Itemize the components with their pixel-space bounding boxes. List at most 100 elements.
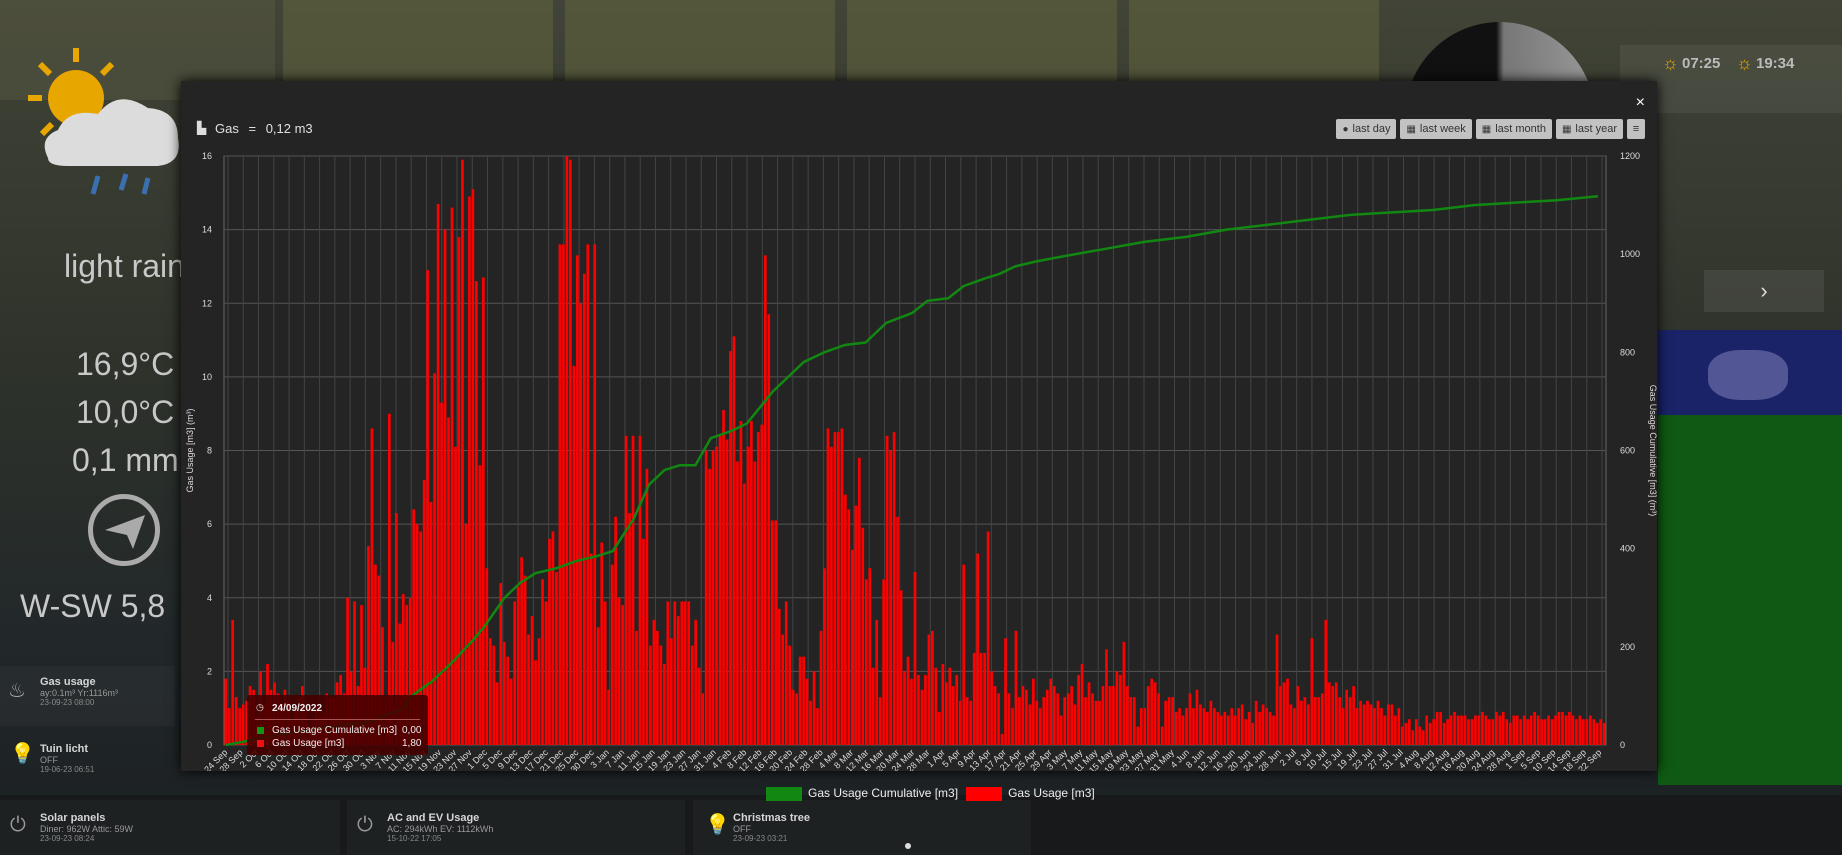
gas-usage-bar	[1320, 693, 1324, 745]
gas-usage-bar	[1401, 726, 1404, 745]
device-christmas-tree[interactable]: 💡 Christmas tree OFF 23-09-23 03:21	[693, 800, 1031, 855]
gas-usage-bar	[495, 682, 499, 745]
gas-usage-bar	[1293, 708, 1296, 745]
gas-usage-bar	[990, 671, 993, 745]
gas-usage-bar	[1474, 715, 1477, 745]
gas-usage-bar	[1014, 630, 1018, 745]
gas-usage-bar	[1428, 722, 1432, 745]
gas-usage-bar	[1352, 686, 1355, 745]
gas-usage-bar	[1275, 634, 1279, 745]
gas-usage-bar	[558, 244, 562, 745]
gas-usage-bar	[1251, 722, 1255, 745]
gas-usage-bar	[231, 619, 235, 745]
gas-usage-bar	[461, 159, 464, 745]
device-gas-usage[interactable]: ♨ Gas usage ay:0.1m³ Yr:1116m³ 23-09-23 …	[0, 666, 175, 726]
rain-radar-map[interactable]	[1658, 330, 1842, 785]
device-ac-ev-usage[interactable]: ⏻ AC and EV Usage AC: 294kWh EV: 1112kWh…	[347, 800, 685, 855]
gas-usage-chart[interactable]: 024681012141602004006008001000120024 Sep…	[181, 81, 1657, 771]
sunset-icon: ☼	[1736, 53, 1753, 73]
gas-usage-bar	[917, 675, 920, 745]
device-time: 15-10-22 17:05	[387, 834, 442, 843]
gas-usage-bar	[962, 564, 966, 745]
temperature-high: 16,9°C	[76, 346, 175, 382]
gas-usage-bar	[1557, 711, 1561, 745]
page-indicator-dot[interactable]	[905, 843, 911, 849]
device-time: 23-09-23 08:00	[40, 698, 95, 707]
gas-usage-bar	[1230, 708, 1234, 745]
tooltip-value-cumulative: 0,00	[402, 725, 422, 736]
gas-usage-bar	[1202, 708, 1206, 745]
tooltip-label-usage: Gas Usage [m3]	[272, 738, 345, 749]
gas-usage-bar	[502, 641, 506, 745]
tooltip-swatch-cumulative	[257, 727, 264, 734]
gas-usage-bar	[1547, 715, 1550, 745]
gas-usage-bar	[1244, 719, 1248, 745]
gas-usage-bar	[1213, 708, 1216, 745]
next-button[interactable]: ›	[1704, 270, 1824, 312]
gas-usage-bar	[1307, 704, 1310, 745]
gas-usage-bar	[784, 601, 788, 745]
sunrise-icon: ☼	[1662, 53, 1679, 73]
gas-usage-bar	[1460, 715, 1463, 745]
wind-direction-icon	[88, 494, 160, 566]
gas-usage-bar	[972, 652, 976, 745]
gas-usage-bar	[1237, 708, 1241, 745]
gas-usage-bar	[736, 461, 739, 745]
weather-icon	[28, 38, 188, 198]
gas-usage-bar	[931, 630, 934, 745]
gas-usage-bar	[631, 435, 635, 745]
gas-usage-bar	[1432, 719, 1436, 745]
gas-usage-bar	[656, 630, 659, 745]
gas-usage-bar	[861, 527, 865, 745]
gas-usage-bar	[520, 557, 523, 745]
device-tuin-licht[interactable]: 💡 Tuin licht OFF 19-06-23 06:51	[0, 733, 175, 793]
gas-usage-bar	[798, 656, 802, 745]
legend-item-cumulative[interactable]: Gas Usage Cumulative [m3]	[766, 786, 958, 801]
legend-item-usage[interactable]: Gas Usage [m3]	[966, 786, 1095, 801]
gas-usage-bar	[537, 638, 541, 745]
device-name: Christmas tree	[733, 812, 811, 824]
gas-usage-bar	[1380, 708, 1383, 745]
tooltip-value-usage: 1,80	[402, 738, 422, 749]
gas-usage-bar	[694, 619, 698, 745]
gas-usage-bar	[777, 608, 781, 745]
gas-usage-bar	[732, 336, 736, 745]
gas-usage-bar	[1038, 708, 1042, 745]
gas-usage-bar	[1345, 689, 1348, 745]
gas-usage-bar	[1073, 704, 1077, 745]
gas-usage-bar	[1132, 697, 1136, 745]
device-name: Tuin licht	[40, 743, 89, 755]
gas-usage-bar	[1317, 697, 1321, 745]
gas-usage-bar	[1602, 722, 1606, 745]
gas-usage-bar	[1467, 719, 1470, 745]
gas-usage-bar	[1188, 693, 1192, 745]
gas-usage-bar	[826, 428, 830, 745]
gas-usage-bar	[1383, 715, 1387, 745]
gas-usage-bar	[889, 450, 892, 745]
gas-usage-bar	[516, 586, 520, 745]
gas-usage-bar	[1181, 715, 1185, 745]
gas-usage-bar	[1049, 678, 1053, 745]
y-tick-label-left: 8	[207, 446, 212, 456]
gas-usage-bar	[1397, 708, 1401, 745]
gas-usage-bar	[447, 417, 450, 745]
gas-usage-bar	[1390, 704, 1394, 745]
gas-usage-bar	[965, 697, 969, 745]
gas-usage-bar	[663, 664, 666, 745]
gas-usage-bar	[885, 435, 889, 745]
gas-usage-bar	[809, 700, 812, 745]
gas-usage-bar	[1115, 671, 1119, 745]
gas-usage-bar	[1056, 693, 1060, 745]
gas-usage-bar	[1515, 715, 1519, 745]
y-tick-label-left: 16	[202, 151, 212, 161]
gas-usage-bar	[715, 446, 718, 745]
gas-usage-bar	[457, 236, 461, 746]
tooltip-label-cumulative: Gas Usage Cumulative [m3]	[272, 725, 398, 736]
gas-chart-modal: × ▙ Gas = 0,12 m3 ● last day ▦ last week ▦…	[181, 81, 1657, 771]
y-tick-label-left: 10	[202, 372, 212, 382]
legend-label-cumulative: Gas Usage Cumulative [m3]	[808, 786, 959, 800]
gas-usage-bar	[433, 373, 436, 745]
gas-usage-bar	[1282, 682, 1286, 745]
device-solar-panels[interactable]: ⏻ Solar panels Diner: 962W Attic: 59W 23…	[0, 800, 340, 855]
gas-usage-bar	[1495, 711, 1498, 745]
